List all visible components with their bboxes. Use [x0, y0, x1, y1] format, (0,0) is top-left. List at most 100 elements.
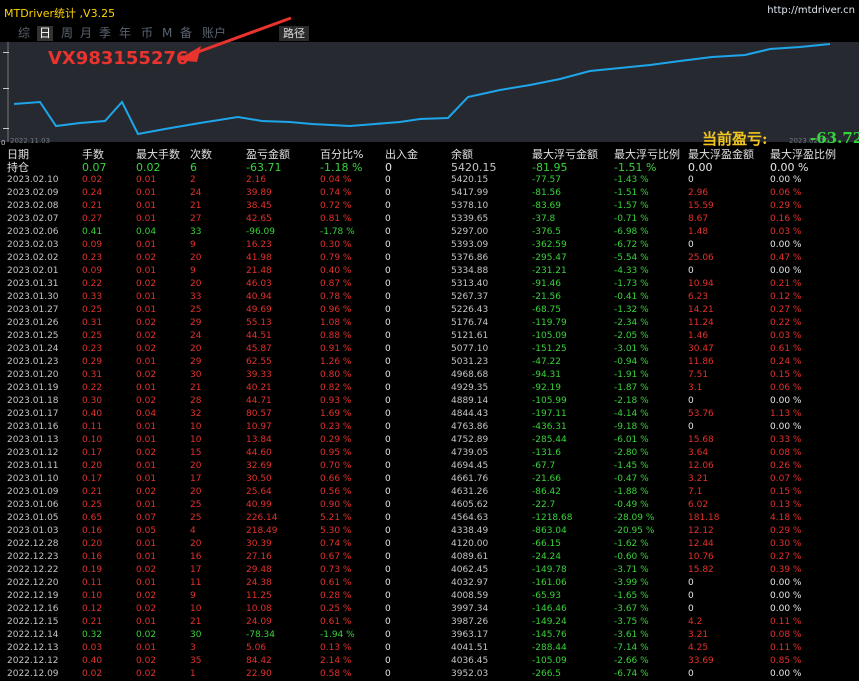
table-row[interactable]: 2022.12.19 0.10 0.02 9 11.25 0.28 % 0 4008.59 -6…: [0, 590, 859, 603]
column-header[interactable]: 百分比%: [320, 148, 363, 161]
table-cell: 33: [190, 292, 202, 302]
table-row[interactable]: 2023.01.30 0.33 0.01 33 40.94 0.78 % 0 5267.37 -…: [0, 291, 859, 304]
column-header[interactable]: 最大浮亏金额: [532, 148, 598, 161]
table-cell: 0.33 %: [770, 435, 802, 445]
table-cell: 7.51: [688, 370, 709, 380]
table-cell: 0.23: [82, 344, 103, 354]
table-row[interactable]: 2023.01.23 0.29 0.01 29 62.55 1.26 % 0 5031.23 -…: [0, 356, 859, 369]
table-cell: 0.05: [136, 526, 157, 536]
table-row[interactable]: 2023.01.16 0.11 0.01 10 10.97 0.23 % 0 4763.86 -…: [0, 421, 859, 434]
table-row[interactable]: 2023.01.10 0.17 0.01 17 30.50 0.66 % 0 4661.76 -…: [0, 473, 859, 486]
table-row[interactable]: 2023.02.02 0.23 0.02 20 41.98 0.79 % 0 5376.86 -…: [0, 252, 859, 265]
table-row[interactable]: 2023.01.26 0.31 0.02 29 55.13 1.08 % 0 5176.74 -…: [0, 317, 859, 330]
table-row[interactable]: 2023.01.25 0.25 0.02 24 44.51 0.88 % 0 5121.61 -…: [0, 330, 859, 343]
holdings-row[interactable]: 持仓 0.07 0.02 6 -63.71 -1.18 % 0 5420.15 …: [0, 161, 859, 174]
column-header[interactable]: 最大浮盈金额: [688, 148, 754, 161]
period-tab[interactable]: 币: [139, 26, 155, 41]
table-row[interactable]: 2023.02.07 0.27 0.01 27 42.65 0.81 % 0 5339.65 -…: [0, 213, 859, 226]
column-header[interactable]: 余额: [451, 148, 473, 161]
table-row[interactable]: 2023.01.05 0.65 0.07 25 226.14 5.21 % 0 4564.63…: [0, 512, 859, 525]
period-tab[interactable]: 季: [97, 26, 113, 41]
table-row[interactable]: 2022.12.22 0.19 0.02 17 29.48 0.73 % 0 4062.45 -…: [0, 564, 859, 577]
column-header[interactable]: 最大浮盈比例: [770, 148, 836, 161]
table-cell: 0: [385, 526, 391, 536]
period-tab[interactable]: 年: [117, 26, 133, 41]
table-row[interactable]: 2023.01.11 0.20 0.01 20 32.69 0.70 % 0 4694.45 -…: [0, 460, 859, 473]
table-cell: 0.74 %: [320, 539, 352, 549]
period-tab[interactable]: M: [160, 26, 174, 41]
table-row[interactable]: 2022.12.16 0.12 0.02 10 10.08 0.25 % 0 3997.34 -…: [0, 603, 859, 616]
table-row[interactable]: 2022.12.13 0.03 0.01 3 5.06 0.13 % 0 4041.51 -28…: [0, 642, 859, 655]
table-cell: 0.01: [136, 357, 157, 367]
table-row[interactable]: 2022.12.14 0.32 0.02 30 -78.34 -1.94 % 0 3963.1…: [0, 629, 859, 642]
table-row[interactable]: 2023.01.27 0.25 0.01 25 49.69 0.96 % 0 5226.43 -…: [0, 304, 859, 317]
column-header[interactable]: 手数: [82, 148, 104, 161]
table-cell: -0.41 %: [614, 292, 649, 302]
table-cell: -78.34: [246, 630, 276, 640]
table-cell: 0.30 %: [770, 539, 802, 549]
table-cell: 3.64: [688, 448, 709, 458]
table-cell: 0.25 %: [320, 604, 352, 614]
table-cell: 0: [688, 591, 694, 601]
table-row[interactable]: 2023.02.01 0.09 0.01 9 21.48 0.40 % 0 5334.88 -2…: [0, 265, 859, 278]
table-row[interactable]: 2023.01.17 0.40 0.04 32 80.57 1.69 % 0 4844.43 -…: [0, 408, 859, 421]
table-cell: -1.57 %: [614, 201, 649, 211]
table-cell: 2023.01.24: [7, 344, 59, 354]
table-cell: 11.86: [688, 357, 714, 367]
table-cell: 0.10: [82, 435, 103, 445]
website-link[interactable]: http://mtdriver.cn: [767, 5, 855, 16]
table-cell: 0.61 %: [320, 617, 352, 627]
table-cell: 0.03 %: [770, 331, 802, 341]
table-row[interactable]: 2022.12.15 0.21 0.01 21 24.09 0.61 % 0 3987.26 -…: [0, 616, 859, 629]
table-cell: 0.87 %: [320, 279, 352, 289]
table-cell: 2022.12.12: [7, 656, 59, 666]
table-cell: -1.43 %: [614, 175, 649, 185]
table-row[interactable]: 2023.01.20 0.31 0.02 30 39.33 0.80 % 0 4968.68 -…: [0, 369, 859, 382]
table-cell: 2.96: [688, 188, 709, 198]
table-cell: -4.33 %: [614, 266, 649, 276]
table-cell: 12.06: [688, 461, 714, 471]
table-row[interactable]: 2022.12.28 0.20 0.01 20 30.39 0.74 % 0 4120.00 -…: [0, 538, 859, 551]
column-header[interactable]: 最大手数: [136, 148, 180, 161]
table-cell: 2023.02.03: [7, 240, 59, 250]
column-header[interactable]: 最大浮亏比例: [614, 148, 680, 161]
table-row[interactable]: 2023.02.08 0.21 0.01 21 38.45 0.72 % 0 5378.10 -…: [0, 200, 859, 213]
period-tab[interactable]: 综: [16, 26, 32, 41]
table-row[interactable]: 2023.02.10 0.02 0.01 2 2.16 0.04 % 0 5420.15 -77…: [0, 174, 859, 187]
column-header[interactable]: 次数: [190, 148, 212, 161]
table-row[interactable]: 2023.01.12 0.17 0.02 15 44.60 0.95 % 0 4739.05 -…: [0, 447, 859, 460]
table-row[interactable]: 2022.12.12 0.40 0.02 35 84.42 2.14 % 0 4036.45 -…: [0, 655, 859, 668]
table-row[interactable]: 2022.12.09 0.02 0.02 1 22.90 0.58 % 0 3952.03 -2…: [0, 668, 859, 681]
table-cell: 0.17: [82, 474, 103, 484]
period-tab[interactable]: 月: [78, 26, 94, 41]
column-header[interactable]: 盈亏金额: [246, 148, 290, 161]
period-tab[interactable]: 日: [37, 26, 54, 41]
table-row[interactable]: 2023.01.24 0.23 0.02 20 45.87 0.91 % 0 5077.10 -…: [0, 343, 859, 356]
table-cell: 16: [190, 552, 202, 562]
table-row[interactable]: 2023.01.18 0.30 0.02 28 44.71 0.93 % 0 4889.14 -…: [0, 395, 859, 408]
table-cell: 0: [688, 669, 694, 679]
column-header[interactable]: 出入金: [385, 148, 418, 161]
table-cell: 0.00 %: [770, 266, 802, 276]
table-row[interactable]: 2023.01.31 0.22 0.02 20 46.03 0.87 % 0 5313.40 -…: [0, 278, 859, 291]
table-row[interactable]: 2023.01.06 0.25 0.01 25 40.99 0.90 % 0 4605.62 -…: [0, 499, 859, 512]
table-row[interactable]: 2023.02.06 0.41 0.04 33 -96.09 -1.78 % 0 5297.0…: [0, 226, 859, 239]
table-row[interactable]: 2023.01.19 0.22 0.01 21 40.21 0.82 % 0 4929.35 -…: [0, 382, 859, 395]
table-cell: 0: [385, 604, 391, 614]
table-row[interactable]: 2023.02.09 0.24 0.01 24 39.89 0.74 % 0 5417.99 -…: [0, 187, 859, 200]
table-cell: 2023.01.25: [7, 331, 59, 341]
table-cell: 0: [385, 357, 391, 367]
period-tab[interactable]: 周: [59, 26, 75, 41]
table-cell: 0.01: [136, 617, 157, 627]
table-cell: 0.61 %: [320, 578, 352, 588]
table-cell: 181.18: [688, 513, 720, 523]
table-cell: -2.18 %: [614, 396, 649, 406]
table-row[interactable]: 2022.12.23 0.16 0.01 16 27.16 0.67 % 0 4089.61 -…: [0, 551, 859, 564]
table-cell: -288.44: [532, 643, 567, 653]
table-row[interactable]: 2022.12.20 0.11 0.01 11 24.38 0.61 % 0 4032.97 -…: [0, 577, 859, 590]
column-header[interactable]: 日期: [7, 148, 29, 161]
table-row[interactable]: 2023.01.03 0.16 0.05 4 218.49 5.30 % 0 4338.49 -…: [0, 525, 859, 538]
table-row[interactable]: 2023.01.13 0.10 0.01 10 13.84 0.29 % 0 4752.89 -…: [0, 434, 859, 447]
table-row[interactable]: 2023.01.09 0.21 0.02 20 25.64 0.56 % 0 4631.26 -…: [0, 486, 859, 499]
table-row[interactable]: 2023.02.03 0.09 0.01 9 16.23 0.30 % 0 5393.09 -3…: [0, 239, 859, 252]
